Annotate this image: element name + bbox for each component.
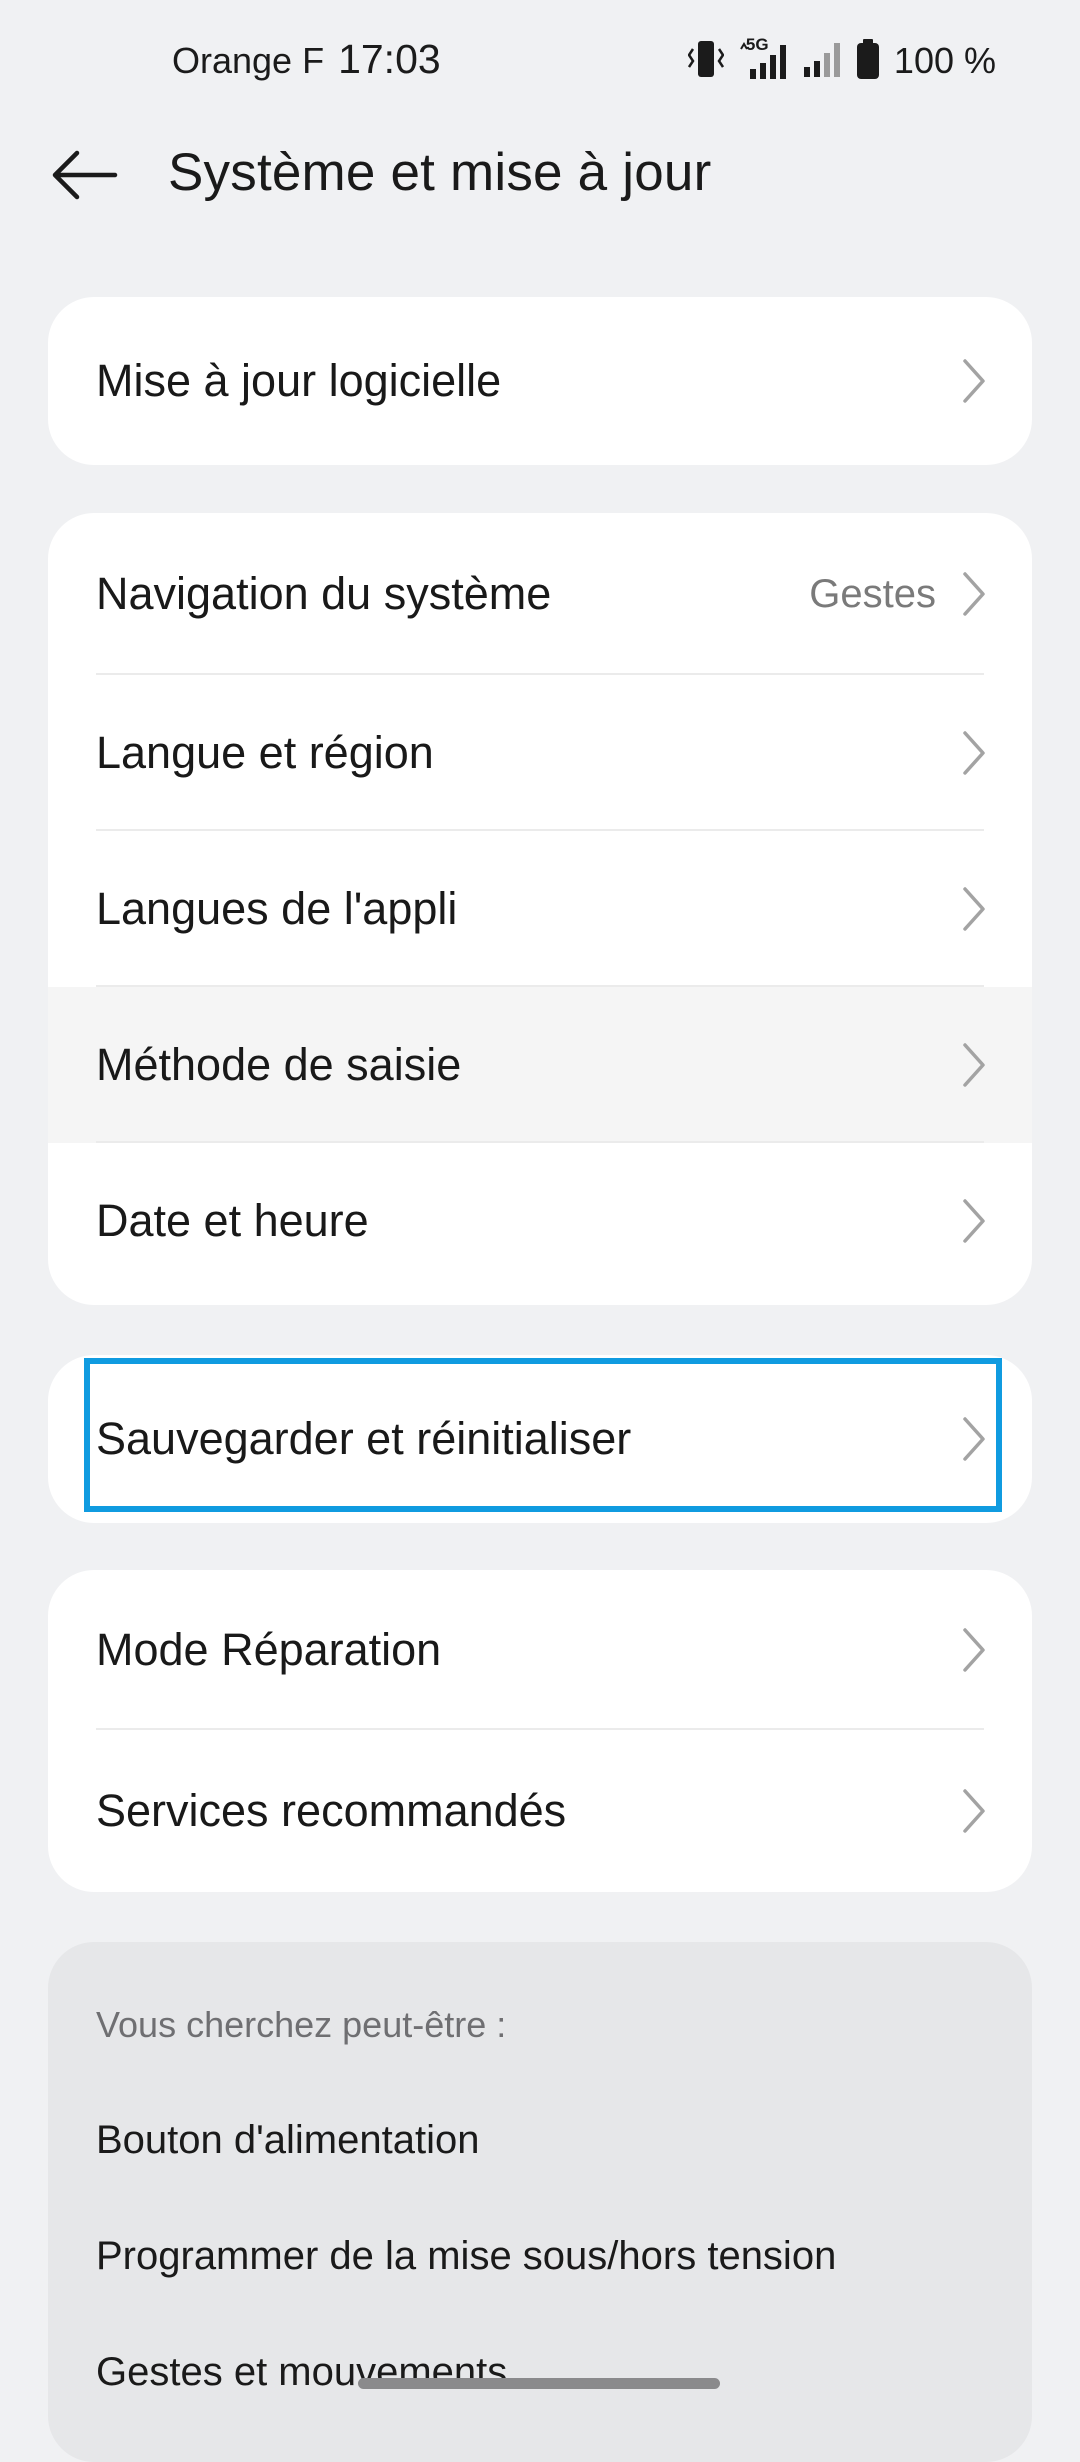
signal-5g-icon: 5G	[738, 35, 788, 83]
home-indicator[interactable]	[358, 2378, 720, 2389]
system-navigation-label: Navigation du système	[96, 568, 552, 619]
repair-mode-label: Mode Réparation	[96, 1624, 442, 1675]
system-navigation-value: Gestes	[809, 571, 936, 616]
status-left: Orange F 17:03	[172, 36, 441, 83]
recommended-services-label: Services recommandés	[96, 1785, 567, 1836]
battery-percentage: 100 %	[893, 40, 996, 81]
app-languages-label: Langues de l'appli	[96, 883, 458, 934]
suggestion-item[interactable]: Programmer de la mise sous/hors tension	[96, 2234, 836, 2279]
chevron-right-icon	[963, 1043, 985, 1087]
software-update-item[interactable]: Mise à jour logicielle	[48, 297, 1032, 465]
recommended-services-item[interactable]: Services recommandés	[48, 1730, 1032, 1892]
chevron-right-icon	[963, 1628, 985, 1672]
backup-reset-item[interactable]: Sauvegarder et réinitialiser	[48, 1355, 1032, 1523]
chevron-right-icon	[963, 1417, 985, 1461]
arrow-left-icon	[52, 150, 118, 200]
chevron-right-icon	[963, 887, 985, 931]
chevron-right-icon	[963, 1199, 985, 1243]
status-icons: 5G 100 %	[687, 35, 996, 86]
chevron-right-icon	[963, 731, 985, 775]
input-method-item[interactable]: Méthode de saisie	[48, 987, 1032, 1143]
software-update-label: Mise à jour logicielle	[96, 355, 502, 406]
misc-card: Mode Réparation Services recommandés	[48, 1570, 1032, 1892]
repair-mode-item[interactable]: Mode Réparation	[48, 1570, 1032, 1730]
page-title: Système et mise à jour	[168, 143, 712, 202]
carrier-name: Orange F	[172, 40, 325, 81]
input-method-label: Méthode de saisie	[96, 1039, 462, 1090]
software-update-card: Mise à jour logicielle	[48, 297, 1032, 465]
chevron-right-icon	[963, 572, 985, 616]
system-navigation-item[interactable]: Navigation du système Gestes	[48, 513, 1032, 675]
battery-icon	[856, 37, 880, 86]
chevron-right-icon	[963, 359, 985, 403]
chevron-right-icon	[963, 1789, 985, 1833]
backup-reset-label: Sauvegarder et réinitialiser	[96, 1413, 632, 1464]
suggestions-heading: Vous cherchez peut-être :	[96, 2004, 507, 2045]
back-button[interactable]	[44, 140, 124, 210]
clock: 17:03	[338, 36, 441, 82]
signal-icon	[802, 37, 842, 86]
language-region-item[interactable]: Langue et région	[48, 675, 1032, 831]
date-time-item[interactable]: Date et heure	[48, 1143, 1032, 1299]
date-time-label: Date et heure	[96, 1195, 369, 1246]
status-bar: Orange F 17:03 5G 100 %	[0, 0, 1080, 120]
language-region-label: Langue et région	[96, 727, 434, 778]
backup-reset-card: Sauvegarder et réinitialiser	[48, 1355, 1032, 1523]
system-settings-card: Navigation du système Gestes Langue et r…	[48, 513, 1032, 1305]
app-header: Système et mise à jour	[0, 130, 1080, 220]
suggestion-item[interactable]: Bouton d'alimentation	[96, 2118, 479, 2163]
vibrate-icon	[687, 37, 725, 86]
app-languages-item[interactable]: Langues de l'appli	[48, 831, 1032, 987]
